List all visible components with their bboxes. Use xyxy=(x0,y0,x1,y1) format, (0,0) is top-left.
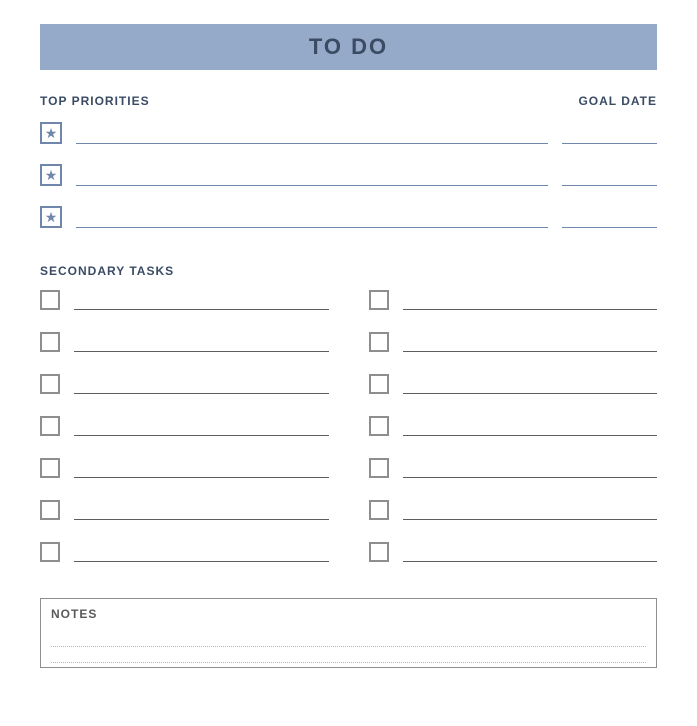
checkbox-icon[interactable] xyxy=(369,416,389,436)
checkbox-icon[interactable] xyxy=(369,374,389,394)
checkbox-icon[interactable] xyxy=(369,542,389,562)
secondary-tasks-label: SECONDARY TASKS xyxy=(40,264,657,278)
task-row xyxy=(369,458,658,478)
task-row xyxy=(40,458,329,478)
star-icon[interactable]: ★ xyxy=(40,206,62,228)
task-row xyxy=(369,332,658,352)
checkbox-icon[interactable] xyxy=(40,458,60,478)
checkbox-icon[interactable] xyxy=(369,500,389,520)
goal-date-label: GOAL DATE xyxy=(578,94,657,108)
task-input[interactable] xyxy=(74,542,329,562)
task-input[interactable] xyxy=(403,332,658,352)
goal-date-input[interactable] xyxy=(562,124,657,144)
checkbox-icon[interactable] xyxy=(369,332,389,352)
task-row xyxy=(40,500,329,520)
task-input[interactable] xyxy=(403,290,658,310)
notes-label: NOTES xyxy=(51,607,646,621)
title-bar: TO DO xyxy=(40,24,657,70)
page-title: TO DO xyxy=(40,34,657,60)
task-input[interactable] xyxy=(74,500,329,520)
checkbox-icon[interactable] xyxy=(40,290,60,310)
task-input[interactable] xyxy=(74,416,329,436)
checkbox-icon[interactable] xyxy=(369,290,389,310)
task-input[interactable] xyxy=(74,332,329,352)
notes-line[interactable] xyxy=(51,647,646,663)
goal-date-input[interactable] xyxy=(562,166,657,186)
task-input[interactable] xyxy=(403,374,658,394)
task-row xyxy=(369,290,658,310)
task-row xyxy=(40,332,329,352)
task-input[interactable] xyxy=(403,416,658,436)
priority-row: ★ xyxy=(40,122,657,144)
task-row xyxy=(40,416,329,436)
priority-row: ★ xyxy=(40,164,657,186)
priority-input[interactable] xyxy=(76,208,548,228)
goal-date-input[interactable] xyxy=(562,208,657,228)
task-input[interactable] xyxy=(74,290,329,310)
star-icon[interactable]: ★ xyxy=(40,122,62,144)
task-input[interactable] xyxy=(403,500,658,520)
task-input[interactable] xyxy=(74,458,329,478)
task-row xyxy=(369,374,658,394)
checkbox-icon[interactable] xyxy=(40,374,60,394)
task-row xyxy=(369,542,658,562)
star-icon[interactable]: ★ xyxy=(40,164,62,186)
checkbox-icon[interactable] xyxy=(40,416,60,436)
task-row xyxy=(369,500,658,520)
checkbox-icon[interactable] xyxy=(369,458,389,478)
priority-input[interactable] xyxy=(76,124,548,144)
priority-headers: TOP PRIORITIES GOAL DATE xyxy=(40,94,657,108)
notes-line[interactable] xyxy=(51,631,646,647)
priority-row: ★ xyxy=(40,206,657,228)
priority-list: ★ ★ ★ xyxy=(40,122,657,228)
task-input[interactable] xyxy=(403,542,658,562)
top-priorities-label: TOP PRIORITIES xyxy=(40,94,150,108)
priority-input[interactable] xyxy=(76,166,548,186)
task-row xyxy=(40,290,329,310)
task-row xyxy=(40,374,329,394)
notes-box: NOTES xyxy=(40,598,657,668)
checkbox-icon[interactable] xyxy=(40,500,60,520)
task-row xyxy=(369,416,658,436)
task-row xyxy=(40,542,329,562)
secondary-tasks-grid xyxy=(40,290,657,562)
task-input[interactable] xyxy=(74,374,329,394)
checkbox-icon[interactable] xyxy=(40,332,60,352)
checkbox-icon[interactable] xyxy=(40,542,60,562)
task-input[interactable] xyxy=(403,458,658,478)
